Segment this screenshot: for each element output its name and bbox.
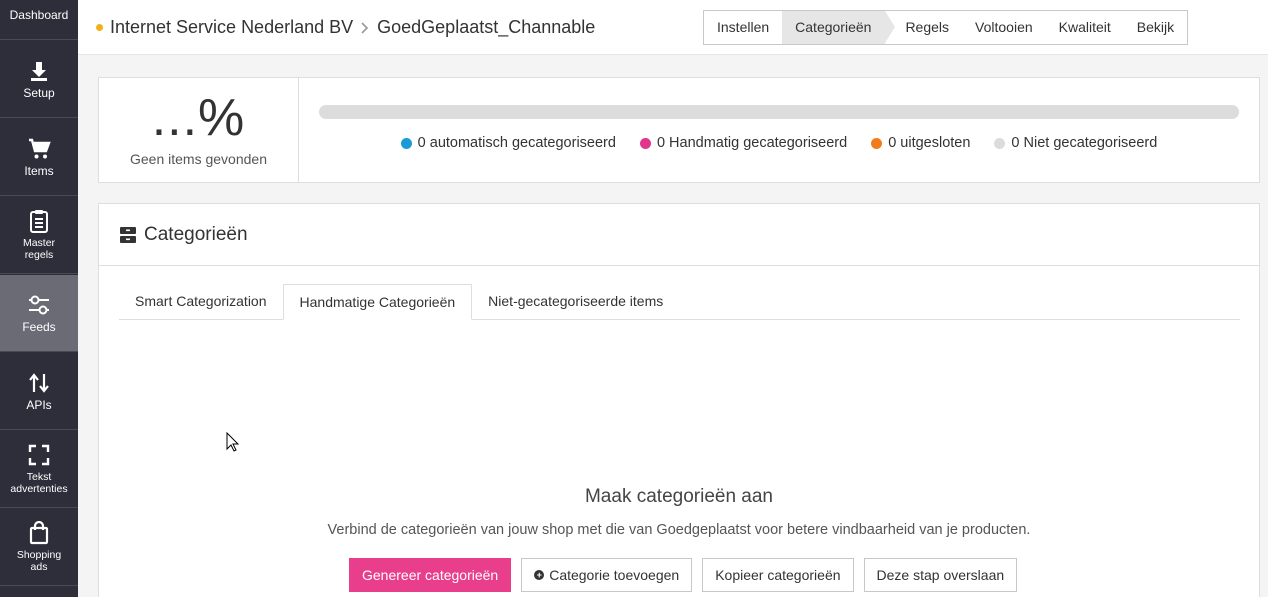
archive-icon [120,226,138,244]
shopping-bag-icon [27,521,51,545]
legend-label: 0 uitgesloten [888,135,971,151]
swap-arrows-icon [27,371,51,395]
empty-state-description: Verbind de categorieën van jouw shop met… [327,522,1031,538]
sidebar-item-dashboard[interactable]: Dashboard [0,0,78,40]
step-instellen[interactable]: Instellen [704,11,782,44]
dashboard-icon [27,0,51,5]
breadcrumb: Internet Service Nederland BV GoedGeplaa… [96,17,595,38]
category-tabs: Smart Categorization Handmatige Categori… [119,284,1240,320]
progress-legend: 0 automatisch gecategoriseerd 0 Handmati… [299,135,1259,151]
legend-dot [639,137,651,149]
legend-label: 0 automatisch gecategoriseerd [417,135,616,151]
sidebar-item-label: Feeds [22,319,56,334]
sidebar-item-items[interactable]: Items [0,119,78,196]
sidebar-item-tekst-advertenties[interactable]: Tekst advertenties [0,431,78,508]
panel-header: Categorieën [99,204,1259,266]
step-kwaliteit[interactable]: Kwaliteit [1046,11,1124,44]
sidebar-item-label: Items [24,163,54,178]
legend-label: 0 Handmatig gecategoriseerd [656,135,848,151]
legend-automatic: 0 automatisch gecategoriseerd [400,135,616,151]
copy-categories-button[interactable]: Kopieer categorieën [702,558,854,592]
legend-dot [871,137,883,149]
wizard-steps: Instellen Categorieën Regels Voltooien K… [703,10,1189,45]
sidebar-item-setup[interactable]: Setup [0,41,78,118]
legend-excluded: 0 uitgesloten [871,135,970,151]
legend-label: 0 Niet gecategoriseerd [1011,135,1158,151]
empty-state-title: Maak categorieën aan [584,486,773,507]
step-regels[interactable]: Regels [885,11,962,44]
sidebar-item-label: Dashboard [9,7,69,22]
sidebar-item-label: advertenties [10,483,68,495]
sidebar-item-label: Tekst [26,471,52,483]
step-bekijk[interactable]: Bekijk [1124,11,1187,44]
legend-manual: 0 Handmatig gecategoriseerd [639,135,848,151]
sliders-icon [27,293,51,317]
sidebar-item-feeds[interactable]: Feeds [0,275,78,352]
action-buttons: Genereer categorieën + Categorie toevoeg… [349,558,1018,592]
percentage-subtitle: Geen items gevonden [130,151,267,167]
add-category-label: Categorie toevoegen [549,567,680,583]
legend-uncategorized: 0 Niet gecategoriseerd [994,135,1157,151]
top-header: Internet Service Nederland BV GoedGeplaa… [78,0,1268,55]
sidebar-item-label: Setup [23,85,55,100]
generate-categories-button[interactable]: Genereer categorieën [349,558,512,592]
tab-niet-gecategoriseerde-items[interactable]: Niet-gecategoriseerde items [472,284,679,319]
plus-circle-icon: + [534,570,545,580]
skip-step-button[interactable]: Deze stap overslaan [863,558,1018,592]
step-categorieen[interactable]: Categorieën [782,11,896,44]
sidebar-item-label: APIs [26,397,52,412]
tab-handmatige-categorieen[interactable]: Handmatige Categorieën [282,284,473,320]
sidebar-item-label: Shopping [16,549,62,561]
add-category-button[interactable]: + Categorie toevoegen [521,558,693,592]
categories-panel: Categorieën Smart Categorization Handmat… [98,203,1260,597]
cart-icon [27,137,51,161]
legend-dot [994,137,1006,149]
sidebar-item-label: regels [24,249,54,261]
legend-dot [400,137,412,149]
focus-frame-icon [27,443,51,467]
chevron-right-icon [360,21,370,35]
sidebar: Dashboard Setup Items Master regels Feed… [0,0,78,597]
percentage-box: ...% Geen items gevonden [99,78,299,182]
percentage-value: ...% [151,89,246,147]
progress-card: ...% Geen items gevonden 0 automatisch g… [98,77,1260,183]
status-dot [96,24,103,31]
panel-title: Categorieën [144,223,248,245]
progress-bar [319,105,1239,119]
sidebar-item-label: Master [22,237,56,249]
sidebar-item-apis[interactable]: APIs [0,353,78,430]
breadcrumb-feed[interactable]: GoedGeplaatst_Channable [377,17,595,38]
download-icon [27,59,51,83]
clipboard-icon [27,209,51,233]
breadcrumb-company[interactable]: Internet Service Nederland BV [110,17,353,38]
sidebar-item-master-regels[interactable]: Master regels [0,197,78,274]
sidebar-item-label: ads [30,561,48,573]
step-voltooien[interactable]: Voltooien [962,11,1046,44]
tab-smart-categorization[interactable]: Smart Categorization [119,284,283,319]
sidebar-item-shopping-ads[interactable]: Shopping ads [0,509,78,586]
mouse-cursor-icon [226,431,240,458]
